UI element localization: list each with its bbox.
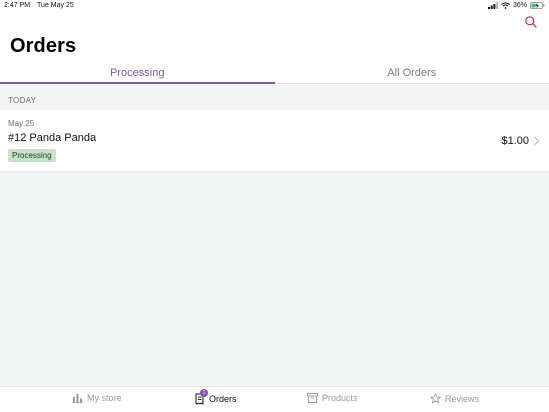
status-bar: 2:47 PM Tue May 25 36%: [0, 0, 549, 12]
wifi-icon: [501, 2, 510, 9]
nav-reviews[interactable]: Reviews: [430, 393, 479, 404]
search-button[interactable]: [524, 15, 538, 29]
battery-percent: 36%: [512, 2, 527, 9]
nav-my-store[interactable]: My store: [72, 393, 122, 403]
order-total: $1.00: [501, 135, 529, 147]
cellular-signal-icon: [487, 2, 498, 9]
bar-chart-icon: [72, 394, 83, 403]
orders-icon-wrapper: 1: [195, 389, 208, 405]
status-badge: Processing: [8, 149, 56, 162]
battery-charging-icon: [530, 2, 545, 9]
nav-orders[interactable]: 1 Orders: [195, 389, 237, 405]
tab-processing[interactable]: Processing: [0, 62, 275, 84]
status-indicators: 36%: [487, 2, 545, 9]
section-header-today: TODAY: [8, 96, 37, 105]
order-date: May 25: [8, 119, 35, 128]
status-time-date: 2:47 PM Tue May 25: [4, 2, 74, 9]
status-date: Tue May 25: [37, 2, 74, 9]
bottom-tab-bar: My store 1 Orders Products Reviews: [0, 386, 549, 412]
orders-count-badge: 1: [200, 389, 208, 397]
search-icon: [525, 16, 537, 28]
nav-orders-label: Orders: [209, 394, 237, 404]
chevron-right-icon: [534, 136, 540, 146]
star-icon: [430, 393, 441, 404]
order-filter-tabs: Processing All Orders: [0, 62, 549, 84]
status-time: 2:47 PM: [4, 2, 31, 9]
archive-box-icon: [307, 393, 318, 403]
order-row[interactable]: May 25 #12 Panda Panda Processing $1.00: [0, 110, 549, 172]
nav-products-label: Products: [322, 393, 358, 403]
tab-all-orders[interactable]: All Orders: [275, 62, 549, 83]
nav-my-store-label: My store: [87, 393, 122, 403]
order-title: #12 Panda Panda: [8, 132, 97, 144]
nav-reviews-label: Reviews: [445, 393, 480, 404]
page-title: Orders: [10, 35, 77, 57]
nav-products[interactable]: Products: [307, 393, 358, 403]
